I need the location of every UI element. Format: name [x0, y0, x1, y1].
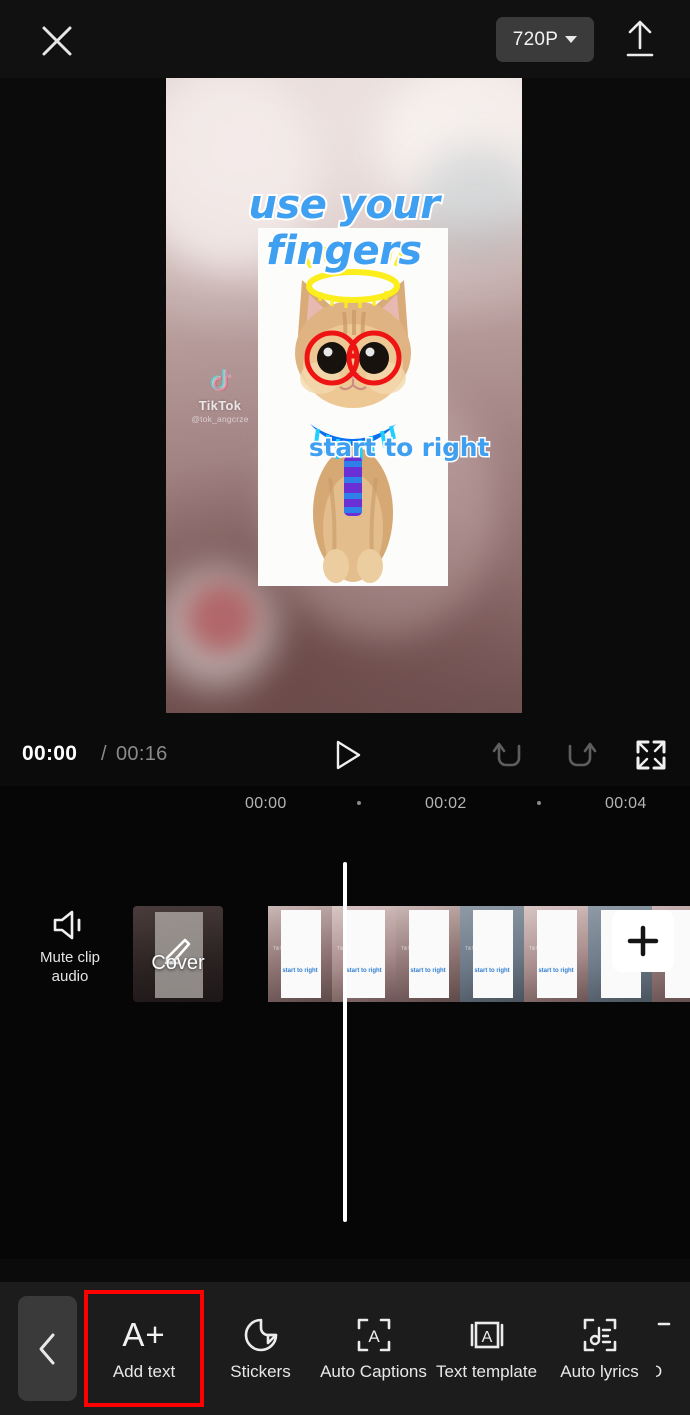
toolbar-item-label: Auto lyrics — [560, 1362, 639, 1381]
clip-caption: start to right — [410, 968, 446, 974]
overlay-text-top[interactable]: use your fingers — [166, 180, 522, 276]
toolbar-item-label: Auto Captions — [320, 1362, 427, 1381]
ruler-tick-dot — [357, 801, 361, 805]
tiktok-username-label: @tok_angcrze — [191, 414, 249, 424]
sticker-icon — [243, 1312, 279, 1358]
capcut-editor-screen: 720P TikTok @tok_angcrze use your finger… — [0, 0, 690, 1415]
play-icon[interactable] — [330, 738, 364, 772]
plus-icon — [627, 925, 659, 957]
speaker-icon — [25, 907, 115, 943]
timeline-tracks: Mute clip audio Cover TikTok start to ri — [0, 822, 690, 1259]
tiktok-note-icon — [184, 368, 256, 396]
clip-watermark: TikTok — [400, 946, 416, 952]
auto-lyrics-icon — [581, 1312, 619, 1358]
mute-clip-audio-label: Mute clip audio — [39, 949, 101, 985]
clip-caption: start to right — [538, 968, 574, 974]
toolbar-item-add-text[interactable]: A+ Add text — [84, 1290, 204, 1407]
resolution-selector[interactable]: 720P — [496, 17, 594, 62]
bottom-toolbar: A+ Add text Stickers A Auto Captions A T… — [0, 1282, 690, 1415]
redo-icon[interactable] — [563, 739, 597, 771]
undo-icon[interactable] — [492, 739, 526, 771]
clip-thumbnail[interactable]: TikTok start to right — [396, 906, 460, 1002]
toolbar-item-label: D — [656, 1362, 662, 1382]
clip-caption: start to right — [282, 968, 318, 974]
current-time-label: 00:00 — [22, 742, 78, 765]
clip-card — [473, 910, 513, 998]
export-button[interactable] — [620, 18, 660, 60]
time-separator: / — [101, 743, 107, 765]
cover-label: Cover — [151, 952, 205, 974]
toolbar-item-label: Text template — [435, 1362, 538, 1381]
clip-caption: start to right — [474, 968, 510, 974]
toolbar-back-button[interactable] — [18, 1296, 77, 1401]
clip-card — [281, 910, 321, 998]
auto-captions-icon: A — [355, 1312, 393, 1358]
add-text-icon: A+ — [122, 1316, 166, 1353]
playhead[interactable] — [343, 862, 347, 1222]
clip-thumbnail[interactable]: TikTok start to right — [268, 906, 332, 1002]
text-template-icon: A — [468, 1312, 506, 1358]
cat-illustration — [295, 246, 411, 583]
toolbar-item-auto-lyrics[interactable]: Auto lyrics — [543, 1290, 656, 1407]
ruler-tick-label: 00:00 — [245, 795, 287, 812]
video-canvas[interactable]: TikTok @tok_angcrze use your fingers sta… — [166, 78, 522, 713]
overlay-text-bottom[interactable]: start to right — [254, 432, 522, 464]
background-blur-6 — [186, 583, 256, 653]
fullscreen-icon[interactable] — [635, 739, 667, 771]
clip-thumbnail[interactable]: TikTok start to right — [332, 906, 396, 1002]
toolbar-item-stickers[interactable]: Stickers — [204, 1290, 317, 1407]
clip-caption: start to right — [346, 968, 382, 974]
chevron-left-icon — [39, 1333, 54, 1364]
toolbar-item-partial[interactable]: D — [656, 1290, 690, 1407]
timeline-panel: 00:00 00:02 00:04 Mute clip audio Cover … — [0, 786, 690, 1259]
resolution-label: 720P — [512, 28, 559, 50]
ruler-tick-dot — [537, 801, 541, 805]
toolbar-item-label: Add text — [112, 1362, 176, 1381]
clip-card — [537, 910, 577, 998]
cat-photo-card — [258, 228, 448, 586]
toolbar-item-auto-captions[interactable]: A Auto Captions — [317, 1290, 430, 1407]
clip-card — [345, 910, 385, 998]
toolbar-item-text-template[interactable]: A Text template — [430, 1290, 543, 1407]
clip-watermark: TikTok — [528, 946, 544, 952]
video-preview-area: TikTok @tok_angcrze use your fingers sta… — [0, 78, 690, 723]
top-bar: 720P — [0, 0, 690, 78]
clip-watermark: TikTok — [464, 946, 480, 952]
clip-thumbnail[interactable]: TikTok start to right — [524, 906, 588, 1002]
ruler-tick-label: 00:04 — [605, 795, 647, 812]
add-clip-button[interactable] — [612, 910, 674, 972]
playback-bar: 00:00 / 00:16 — [0, 723, 690, 786]
tiktok-brand-label: TikTok — [198, 398, 242, 413]
total-time-label: 00:16 — [116, 743, 168, 765]
toolbar-item-label: Stickers — [230, 1362, 291, 1381]
tiktok-watermark: TikTok @tok_angcrze — [184, 368, 256, 424]
chevron-down-icon — [565, 36, 578, 43]
cover-button[interactable]: Cover — [133, 906, 223, 1002]
ruler-tick-label: 00:02 — [425, 795, 467, 812]
close-icon[interactable] — [36, 20, 78, 62]
clip-watermark: TikTok — [272, 946, 288, 952]
mute-clip-audio-button[interactable]: Mute clip audio — [25, 907, 115, 986]
svg-text:A: A — [481, 1329, 492, 1346]
partial-icon — [656, 1312, 690, 1358]
clip-card — [409, 910, 449, 998]
timeline-ruler[interactable]: 00:00 00:02 00:04 — [0, 786, 690, 822]
svg-text:A: A — [368, 1327, 380, 1346]
toolbar-items: A+ Add text Stickers A Auto Captions A T… — [84, 1290, 690, 1407]
clip-thumbnail[interactable]: TikTok start to right — [460, 906, 524, 1002]
